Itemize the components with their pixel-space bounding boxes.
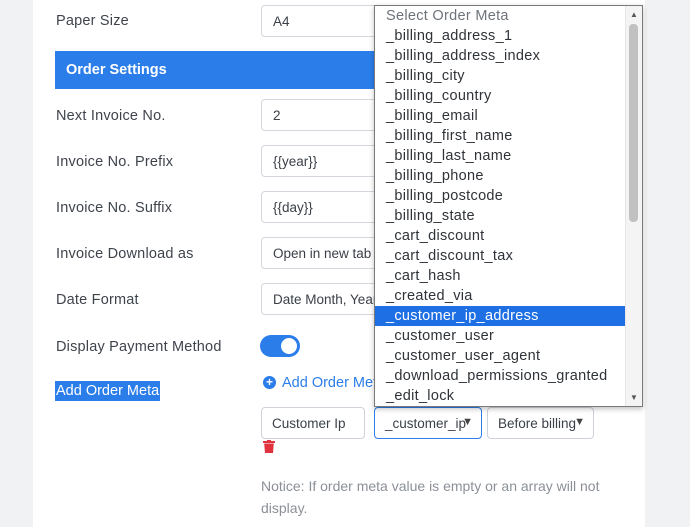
invoice-prefix-input[interactable]: {{year}} — [261, 145, 391, 177]
dropdown-option[interactable]: _cart_discount_tax — [375, 246, 642, 266]
date-format-select[interactable]: Date Month, Year — [261, 283, 391, 315]
dropdown-option[interactable]: _billing_phone — [375, 166, 642, 186]
date-format-label: Date Format — [56, 292, 139, 308]
dropdown-option[interactable]: _billing_email — [375, 106, 642, 126]
meta-position-select[interactable]: Before billing ▼ — [487, 407, 594, 439]
scroll-down-icon[interactable]: ▼ — [630, 393, 638, 402]
payment-method-toggle[interactable] — [260, 335, 300, 357]
dropdown-option[interactable]: _customer_user_agent — [375, 346, 642, 366]
meta-key-value: _customer_ip — [385, 416, 467, 431]
add-order-meta-text: Add Order Meta — [282, 375, 386, 391]
dropdown-option[interactable]: _billing_last_name — [375, 146, 642, 166]
invoice-suffix-input[interactable]: {{day}} — [261, 191, 391, 223]
dropdown-option[interactable]: _cart_discount — [375, 226, 642, 246]
order-meta-notice: Notice: If order meta value is empty or … — [261, 478, 600, 516]
meta-key-select[interactable]: _customer_ip ▼ — [374, 407, 482, 439]
dropdown-options: _billing_address_1 _billing_address_index… — [375, 26, 642, 406]
dropdown-placeholder: Select Order Meta — [386, 8, 509, 24]
paper-size-label: Paper Size — [56, 13, 129, 29]
chevron-down-icon: ▼ — [574, 416, 585, 428]
invoice-suffix-label: Invoice No. Suffix — [56, 200, 173, 216]
order-settings-header: Order Settings — [55, 51, 395, 89]
dropdown-option[interactable]: _billing_state — [375, 206, 642, 226]
next-invoice-input[interactable]: 2 — [261, 99, 391, 131]
add-order-meta-label: Add Order Meta — [55, 381, 161, 401]
dropdown-option[interactable]: _billing_address_1 — [375, 26, 642, 46]
dropdown-option[interactable]: _edit_lock — [375, 386, 642, 406]
meta-name-input[interactable]: Customer Ip — [261, 407, 365, 439]
meta-position-value: Before billing — [498, 416, 577, 431]
dropdown-scrollbar[interactable]: ▲ ▼ — [625, 6, 642, 406]
dropdown-option[interactable]: _cart_hash — [375, 266, 642, 286]
dropdown-option[interactable]: _customer_ip_address — [375, 306, 642, 326]
add-order-meta-link[interactable]: + Add Order Meta — [263, 375, 385, 391]
dropdown-option[interactable]: _billing_postcode — [375, 186, 642, 206]
download-as-select[interactable]: Open in new tab — [261, 237, 391, 269]
order-meta-dropdown[interactable]: Select Order Meta _billing_address_1 _bil… — [374, 5, 643, 407]
invoice-prefix-label: Invoice No. Prefix — [56, 154, 174, 170]
download-as-label: Invoice Download as — [56, 246, 194, 262]
paper-size-select[interactable]: A4 — [261, 5, 391, 37]
dropdown-option[interactable]: _billing_country — [375, 86, 642, 106]
scroll-up-icon[interactable]: ▲ — [630, 10, 638, 19]
next-invoice-label: Next Invoice No. — [56, 108, 166, 124]
dropdown-option[interactable]: _billing_city — [375, 66, 642, 86]
plus-circle-icon: + — [263, 376, 276, 389]
scrollbar-thumb[interactable] — [629, 24, 638, 222]
dropdown-option[interactable]: _customer_user — [375, 326, 642, 346]
dropdown-option[interactable]: _billing_address_index — [375, 46, 642, 66]
dropdown-option[interactable]: _billing_first_name — [375, 126, 642, 146]
trash-icon[interactable] — [263, 440, 275, 453]
toggle-knob — [281, 338, 297, 354]
chevron-down-icon: ▼ — [462, 416, 473, 428]
dropdown-option[interactable]: _download_permissions_granted — [375, 366, 642, 386]
dropdown-option[interactable]: _created_via — [375, 286, 642, 306]
payment-method-label: Display Payment Method — [56, 339, 222, 355]
